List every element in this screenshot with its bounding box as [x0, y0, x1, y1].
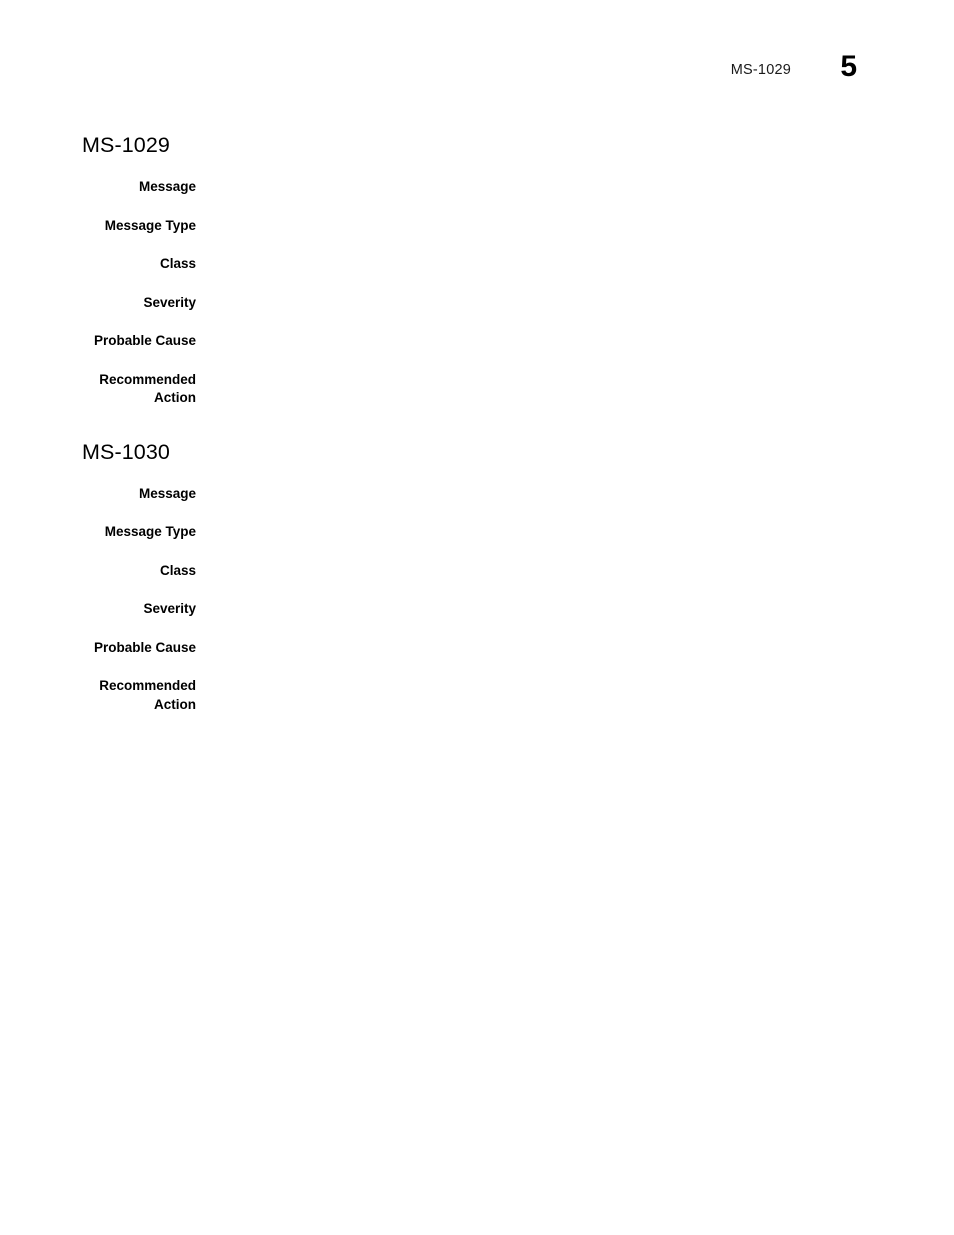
- field-value-severity: [196, 600, 954, 618]
- field-value-message-type: [196, 523, 954, 541]
- field-label-class: Class: [159, 562, 196, 578]
- section-heading: MS-1029: [82, 133, 170, 157]
- document-page: MS-1029 5 MS-1029 Message Message Type C…: [0, 0, 954, 1235]
- field-row: Recommended Action: [0, 677, 954, 714]
- field-row: Probable Cause: [0, 332, 954, 351]
- field-value-message: [196, 178, 954, 196]
- field-row: Severity: [0, 294, 954, 313]
- field-label-severity: Severity: [143, 294, 196, 310]
- field-row: Class: [0, 255, 954, 274]
- field-list: Message Message Type Class Severity Prob…: [0, 485, 954, 715]
- field-row: Message Type: [0, 217, 954, 236]
- field-list: Message Message Type Class Severity Prob…: [0, 178, 954, 408]
- page-number: 5: [840, 50, 857, 83]
- field-label-severity: Severity: [143, 601, 196, 616]
- field-value-recommended-action: [196, 371, 954, 389]
- field-label-recommended-action: Recommended Action: [99, 678, 196, 712]
- field-value-severity: [196, 294, 954, 312]
- field-value-probable-cause: [196, 639, 954, 657]
- field-value-class: [196, 255, 954, 273]
- field-row: Message: [0, 485, 954, 504]
- field-row: Probable Cause: [0, 639, 954, 658]
- field-row: Severity: [0, 600, 954, 619]
- header-running-title: MS-1029: [730, 62, 791, 78]
- field-value-message: [196, 485, 954, 503]
- message-section-ms-1030: MS-1030 Message Message Type Class Sever…: [0, 408, 954, 715]
- field-label-message-type: Message Type: [104, 217, 196, 233]
- section-heading: MS-1030: [82, 439, 170, 464]
- field-label-probable-cause: Probable Cause: [93, 333, 196, 348]
- field-label-probable-cause: Probable Cause: [93, 639, 196, 655]
- field-value-recommended-action: [196, 677, 954, 695]
- field-row: Recommended Action: [0, 371, 954, 408]
- page-content: MS-1029 Message Message Type Class Sever…: [0, 110, 954, 714]
- field-row: Class: [0, 562, 954, 581]
- field-value-class: [196, 562, 954, 580]
- field-label-message: Message: [138, 485, 196, 501]
- field-label-class: Class: [159, 256, 196, 271]
- field-row: Message Type: [0, 523, 954, 542]
- field-label-recommended-action: Recommended Action: [99, 371, 196, 406]
- field-label-message-type: Message Type: [104, 524, 196, 539]
- page-header: MS-1029 5: [0, 0, 954, 110]
- message-section-ms-1029: MS-1029 Message Message Type Class Sever…: [0, 110, 954, 408]
- field-label-message: Message: [138, 179, 196, 194]
- field-value-probable-cause: [196, 332, 954, 350]
- field-value-message-type: [196, 217, 954, 235]
- field-row: Message: [0, 178, 954, 197]
